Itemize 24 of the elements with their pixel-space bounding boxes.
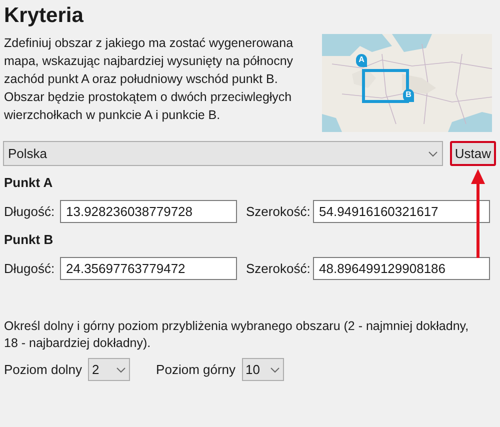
section-heading: Punkt A	[4, 174, 54, 192]
field-label: Poziom dolny	[4, 360, 82, 379]
set-button[interactable]: Ustaw	[450, 141, 496, 166]
text-field[interactable]: 13.928236038779728	[60, 200, 237, 223]
chevron-down-icon	[116, 366, 126, 372]
map-pin: B	[403, 89, 414, 102]
field-label: Długość:	[4, 260, 56, 278]
description-text: Zdefiniuj obszar z jakiego ma zostać wygenerowana mapa, wskazując najbardziej wysunięty na północny zachód punkt A oraz południowy wschód punkt B. Obszar będzie prostokątem o dwóch przeciwległych wierzchołkach w punkcie A i punkcie B.	[4, 35, 294, 124]
level-dropdown[interactable]: 2	[88, 358, 130, 381]
field-label: Szerokość:	[246, 202, 312, 221]
chevron-down-icon	[270, 366, 280, 372]
field-label: Szerokość:	[246, 260, 312, 278]
level-dropdown[interactable]: 10	[242, 358, 284, 381]
field-label: Długość:	[4, 202, 56, 221]
chevron-down-icon	[428, 150, 438, 156]
field-label: Poziom górny	[156, 360, 236, 379]
zoom-description: Określ dolny i górny poziom przybliżenia wybranego obszaru (2 - najmniej dokładny, 18 - najbardziej dokładny).	[3, 318, 470, 352]
map-pin: A	[356, 54, 367, 67]
country-dropdown[interactable]: Polska	[3, 141, 443, 166]
text-field[interactable]: 48.896499129908186	[313, 257, 490, 280]
text-field[interactable]: 24.35697763779472	[60, 257, 237, 280]
section-heading: Punkt B	[4, 231, 54, 249]
text-field[interactable]: 54.94916160321617	[313, 200, 490, 223]
page-title: Kryteria	[4, 3, 84, 29]
